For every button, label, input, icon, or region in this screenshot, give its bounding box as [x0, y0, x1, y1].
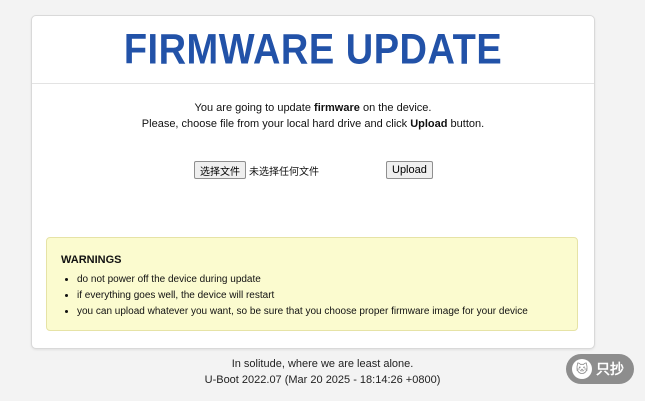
watermark-badge: 🐱 只抄	[566, 354, 634, 384]
warnings-list: do not power off the device during updat…	[61, 272, 563, 320]
cat-icon: 🐱	[572, 359, 592, 379]
warnings-title: WARNINGS	[61, 254, 122, 266]
footer-version: U-Boot 2022.07 (Mar 20 2025 - 18:14:26 +…	[204, 374, 441, 386]
file-picker: 选择文件 未选择任何文件	[194, 161, 319, 179]
footer-quote: In solitude, where we are least alone.	[231, 358, 414, 370]
watermark-text: 只抄	[596, 362, 624, 378]
warning-item: do not power off the device during updat…	[77, 272, 563, 288]
intro-text: You are going to update firmware on the …	[32, 100, 594, 132]
upload-button[interactable]: Upload	[386, 161, 433, 179]
no-file-selected-text: 未选择任何文件	[249, 166, 319, 178]
warning-item: you can upload whatever you want, so be …	[77, 304, 563, 320]
warning-item: if everything goes well, the device will…	[77, 288, 563, 304]
header: FIRMWARE UPDATE	[32, 16, 594, 84]
page-title: FIRMWARE UPDATE	[123, 25, 503, 74]
warnings-box: WARNINGS do not power off the device dur…	[46, 237, 578, 331]
intro-bold-firmware: firmware	[314, 102, 360, 114]
intro-line-1: You are going to update firmware on the …	[194, 102, 432, 114]
update-card: FIRMWARE UPDATE You are going to update …	[31, 15, 595, 349]
intro-line-2: Please, choose file from your local hard…	[141, 118, 485, 130]
footer: In solitude, where we are least alone. U…	[0, 356, 645, 388]
choose-file-button[interactable]: 选择文件	[194, 161, 246, 179]
intro-bold-upload: Upload	[410, 118, 448, 130]
